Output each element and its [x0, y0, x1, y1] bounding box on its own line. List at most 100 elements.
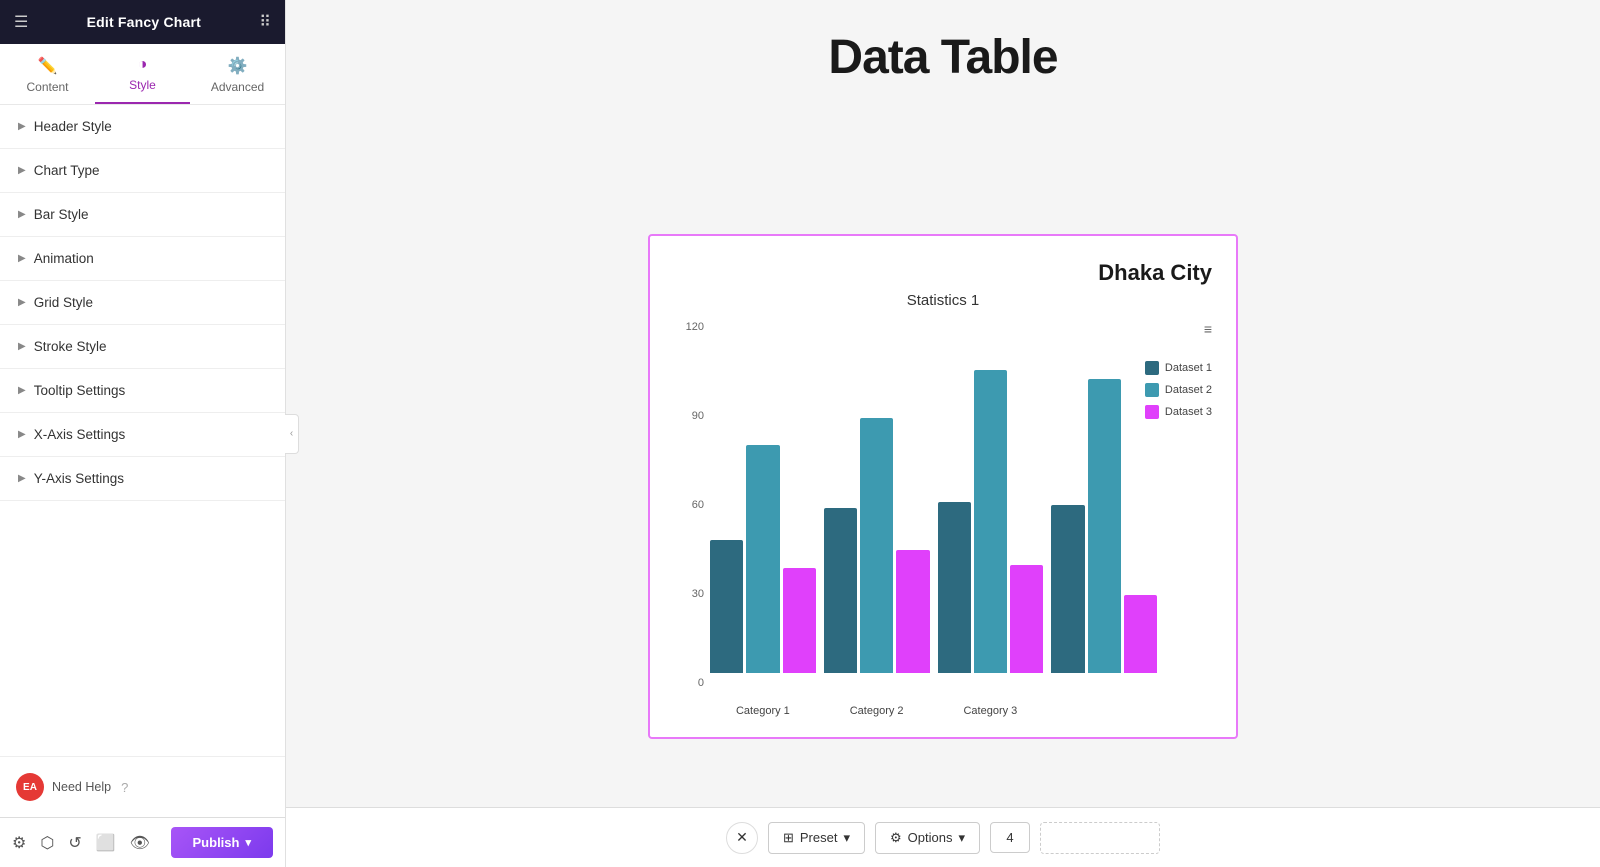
- legend-swatch-1: [1145, 361, 1159, 375]
- legend-item-1: Dataset 1: [1145, 361, 1212, 375]
- bar-cat1-d3: 35: [783, 568, 816, 673]
- arrow-icon: ▶: [18, 121, 26, 132]
- bar-cat4-d2: 98: [1088, 379, 1121, 673]
- collapse-sidebar-handle[interactable]: ‹: [285, 414, 299, 454]
- y-label: 0: [698, 677, 704, 689]
- accordion-bar-style[interactable]: ▶ Bar Style: [0, 193, 285, 237]
- accordion-label: Tooltip Settings: [34, 383, 126, 398]
- bar-value: 56: [1062, 487, 1073, 498]
- x-label-4: [1051, 701, 1157, 717]
- arrow-icon: ▶: [18, 165, 26, 176]
- options-label: Options: [908, 830, 953, 845]
- options-gear-icon: ⚙: [890, 830, 902, 846]
- bar-cat1-d1: 44: [710, 540, 743, 673]
- legend-swatch-2: [1145, 383, 1159, 397]
- accordion-header-style[interactable]: ▶ Header Style: [0, 105, 285, 149]
- accordion-label: Animation: [34, 251, 94, 266]
- tabs-row: ✏️ Content ◑ Style ⚙️ Advanced: [0, 44, 285, 105]
- chart-container: Dhaka City Statistics 1 120 90 60 30 0 ≡: [648, 234, 1238, 739]
- preset-button[interactable]: ⊞ Preset ▾: [768, 822, 865, 854]
- layers-icon[interactable]: ⬡: [40, 833, 54, 853]
- accordion-x-axis[interactable]: ▶ X-Axis Settings: [0, 413, 285, 457]
- publish-label: Publish: [193, 835, 240, 850]
- bar-value: 57: [949, 484, 960, 495]
- bottom-close-button[interactable]: ✕: [726, 822, 758, 854]
- legend-swatch-3: [1145, 405, 1159, 419]
- accordion-stroke-style[interactable]: ▶ Stroke Style: [0, 325, 285, 369]
- arrow-icon: ▶: [18, 253, 26, 264]
- accordion-label: Grid Style: [34, 295, 93, 310]
- chart-plot: ≡ 44 76: [710, 321, 1212, 717]
- arrow-icon: ▶: [18, 385, 26, 396]
- preview-icon[interactable]: 👁: [130, 833, 150, 853]
- category-group-1: 44 76 35: [710, 445, 816, 673]
- publish-button[interactable]: Publish ▾: [171, 827, 273, 858]
- bar-cat2-d1: 55: [824, 508, 857, 673]
- legend-label-3: Dataset 3: [1165, 406, 1212, 418]
- accordion-y-axis[interactable]: ▶ Y-Axis Settings: [0, 457, 285, 501]
- tab-advanced[interactable]: ⚙️ Advanced: [190, 50, 285, 104]
- sidebar-title: Edit Fancy Chart: [87, 14, 201, 30]
- settings-icon[interactable]: ⚙: [12, 833, 26, 853]
- bar-cat4-d1: 56: [1051, 505, 1084, 673]
- y-label: 60: [692, 499, 704, 511]
- tab-style-label: Style: [129, 78, 156, 92]
- arrow-icon: ▶: [18, 297, 26, 308]
- legend-label-2: Dataset 2: [1165, 384, 1212, 396]
- bar-value: 76: [757, 427, 768, 438]
- accordion-label: Header Style: [34, 119, 112, 134]
- bar-value: 35: [794, 550, 805, 561]
- x-axis-labels: Category 1 Category 2 Category 3: [710, 701, 1212, 717]
- accordion-label: Chart Type: [34, 163, 100, 178]
- legend-item-3: Dataset 3: [1145, 405, 1212, 419]
- page-number: 4: [990, 822, 1030, 853]
- tab-content-label: Content: [26, 80, 68, 94]
- bar-value: 55: [835, 490, 846, 501]
- tab-advanced-label: Advanced: [211, 80, 264, 94]
- tab-style[interactable]: ◑ Style: [95, 50, 190, 104]
- accordion-chart-type[interactable]: ▶ Chart Type: [0, 149, 285, 193]
- bars-area: 44 76 35: [710, 321, 1212, 701]
- x-label-2: Category 2: [824, 701, 930, 717]
- accordion-label: X-Axis Settings: [34, 427, 126, 442]
- preset-label: Preset: [800, 830, 838, 845]
- bar-value: 44: [721, 522, 732, 533]
- bar-cat1-d2: 76: [746, 445, 779, 673]
- x-label-3: Category 3: [938, 701, 1044, 717]
- accordion-animation[interactable]: ▶ Animation: [0, 237, 285, 281]
- y-label: 30: [692, 588, 704, 600]
- bar-cat3-d1: 57: [938, 502, 971, 673]
- chart-area: 120 90 60 30 0 ≡ 44: [674, 321, 1212, 717]
- x-label-1: Category 1: [710, 701, 816, 717]
- help-avatar: EA: [16, 773, 44, 801]
- undo-icon[interactable]: ↺: [68, 833, 81, 853]
- bar-value: 41: [907, 532, 918, 543]
- help-section[interactable]: EA Need Help ?: [0, 756, 285, 817]
- arrow-icon: ▶: [18, 429, 26, 440]
- accordion-grid-style[interactable]: ▶ Grid Style: [0, 281, 285, 325]
- chart-city-label: Dhaka City: [674, 260, 1212, 286]
- bar-cat3-d2: 101: [974, 370, 1007, 673]
- category-group-3: 57 101 36: [938, 370, 1044, 673]
- page-title-area: Data Table: [286, 0, 1600, 105]
- accordion-label: Bar Style: [34, 207, 89, 222]
- arrow-icon: ▶: [18, 209, 26, 220]
- options-button[interactable]: ⚙ Options ▾: [875, 822, 980, 854]
- content-icon: ✏️: [38, 56, 58, 76]
- sidebar-footer: ⚙ ⬡ ↺ ⬜ 👁 Publish ▾: [0, 817, 285, 867]
- preset-chevron-icon: ▾: [843, 830, 850, 846]
- grid-icon[interactable]: ⠿: [259, 12, 271, 32]
- legend-label-1: Dataset 1: [1165, 362, 1212, 374]
- responsive-icon[interactable]: ⬜: [96, 833, 116, 853]
- accordion-list: ▶ Header Style ▶ Chart Type ▶ Bar Style …: [0, 105, 285, 756]
- chart-subtitle: Statistics 1: [674, 292, 1212, 309]
- arrow-icon: ▶: [18, 473, 26, 484]
- chart-wrapper: Dhaka City Statistics 1 120 90 60 30 0 ≡: [286, 105, 1600, 867]
- hamburger-menu-icon[interactable]: ☰: [14, 12, 28, 32]
- tab-content[interactable]: ✏️ Content: [0, 50, 95, 104]
- accordion-tooltip-settings[interactable]: ▶ Tooltip Settings: [0, 369, 285, 413]
- category-group-2: 55 85 41: [824, 418, 930, 673]
- bar-cat2-d3: 41: [896, 550, 929, 673]
- help-label: Need Help: [52, 780, 111, 794]
- help-question-icon: ?: [121, 780, 128, 795]
